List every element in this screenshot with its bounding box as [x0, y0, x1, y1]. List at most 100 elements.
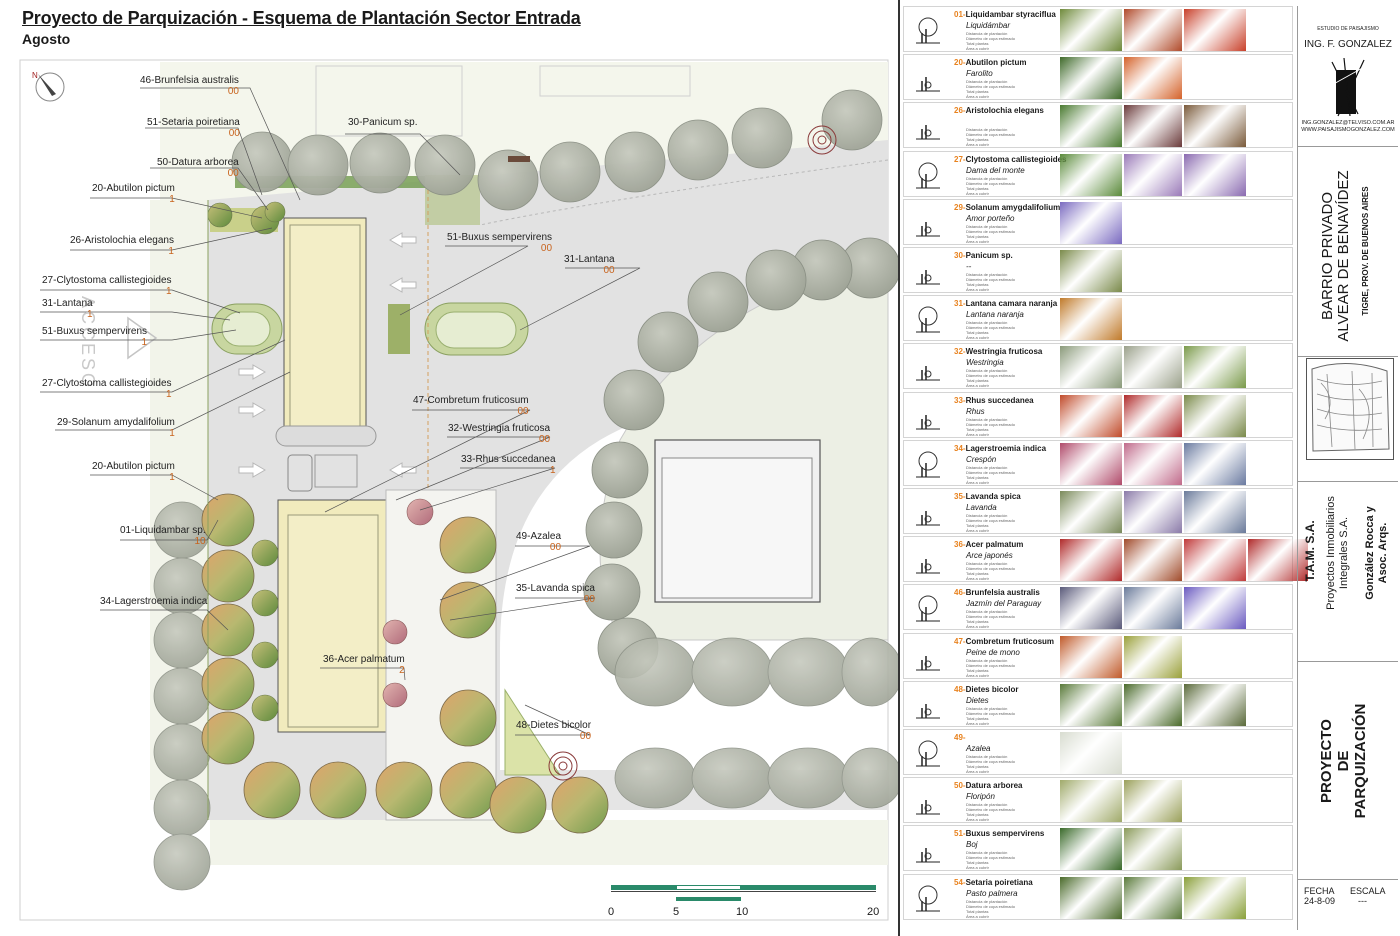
plant-symbol-icon	[910, 593, 946, 623]
plant-name: 49-	[954, 733, 966, 742]
plant-common-name: Farolito	[966, 69, 993, 79]
plant-photo	[1060, 298, 1122, 341]
plant-name: 01-Liquidambar styraciflua	[954, 10, 1056, 19]
plant-photo	[1124, 442, 1182, 485]
plant-label: 35-Lavanda spica 00	[516, 583, 595, 605]
plant-row: 50-Datura arborea Floripón Distancia de pl…	[903, 777, 1293, 824]
plant-details: Distancia de plantación Diámetro de copa …	[966, 320, 1015, 341]
plant-row: 33-Rhus succedanea Rhus Distancia de plant…	[903, 391, 1293, 438]
plant-details: Distancia de plantación Diámetro de copa …	[966, 127, 1015, 148]
plant-name: 51-Buxus sempervirens	[954, 829, 1045, 839]
site-plan: N ACCESO 46-Brunfelsia australis 00 51-S…	[0, 0, 900, 936]
plant-common-name: Boj	[966, 840, 978, 850]
plant-row: 51-Buxus sempervirens Boj Distancia de pla…	[903, 825, 1293, 872]
panel-divider	[898, 0, 900, 936]
plant-details: Distancia de plantación Diámetro de copa …	[966, 223, 1015, 244]
scale-tick: 0	[608, 906, 615, 918]
svg-text:N: N	[32, 71, 38, 80]
plant-common-name: Azalea	[966, 744, 991, 753]
plant-row: 49- Azalea Distancia de plantación Diámetro…	[903, 729, 1293, 775]
plant-label: 26-Aristolochia elegans 1	[70, 235, 174, 257]
plant-common-name: Amor porteño	[966, 213, 1015, 223]
plant-symbol-icon	[910, 786, 946, 816]
plant-name: 32-Westringia fruticosa	[954, 347, 1043, 357]
plant-photo	[1184, 394, 1246, 437]
plant-details: Distancia de plantación Diámetro de copa …	[966, 609, 1015, 630]
plant-row: 54-Setaria poiretiana Pasto palmera Distan…	[903, 873, 1293, 920]
plant-details: Distancia de plantación Diámetro de copa …	[966, 368, 1015, 389]
plant-label: 48-Dietes bicolor 00	[516, 720, 592, 742]
plant-photo	[1124, 828, 1182, 871]
page-subtitle: Agosto	[22, 31, 71, 47]
plant-list: 01-Liquidambar styraciflua Liquidámbar Dis…	[903, 6, 1308, 930]
plant-symbol-icon	[910, 738, 946, 768]
plant-name: 29-Solanum amygdalifolium	[954, 202, 1061, 212]
plant-label: 34-Lagerstroemia indica	[100, 596, 208, 607]
plant-row: 34-Lagerstroemia indica Crespón Distancia …	[903, 439, 1293, 486]
plant-details: Distancia de plantación Diámetro de copa …	[966, 561, 1015, 582]
scale-tick: 10	[736, 906, 749, 918]
plant-photo	[1060, 57, 1122, 100]
plant-photo	[1124, 153, 1182, 196]
plant-row: 35-Lavanda spica Lavanda Distancia de plan…	[903, 488, 1293, 534]
plant-label: 31-Lantana 00	[564, 254, 615, 276]
plant-common-name: Dietes	[966, 695, 989, 705]
plant-photo	[1124, 780, 1182, 823]
plant-label: 47-Combretum fruticosum 00	[413, 395, 529, 417]
plant-photo	[1060, 683, 1122, 726]
plant-common-name: Lantana naranja	[966, 310, 1024, 320]
plant-name: 54-Setaria poiretiana	[954, 877, 1033, 887]
plant-name: 35-Lavanda spica	[954, 492, 1021, 501]
plant-photo	[1184, 442, 1246, 485]
plant-common-name: --	[966, 262, 972, 271]
plant-photo	[1184, 346, 1246, 389]
plant-symbol-icon	[910, 15, 946, 45]
plant-name: 46-Brunfelsia australis	[954, 588, 1040, 598]
plant-photo	[1124, 9, 1182, 51]
plant-photo	[1184, 9, 1246, 51]
plant-name: 48-Dietes bicolor	[954, 684, 1019, 694]
plant-photo	[1124, 876, 1182, 919]
plant-details: Distancia de plantación Diámetro de copa …	[966, 705, 1015, 726]
plant-details: Distancia de plantación Diámetro de copa …	[966, 272, 1015, 292]
plant-row: 29-Solanum amygdalifolium Amor porteño Dis…	[903, 198, 1293, 245]
plant-details: Distancia de plantación Diámetro de copa …	[966, 79, 1015, 100]
plant-details: Distancia de plantación Diámetro de copa …	[966, 31, 1015, 51]
plant-details: Distancia de plantación Diámetro de copa …	[966, 175, 1015, 196]
plant-row: 26-Aristolochia elegans Distancia de plan…	[903, 102, 1293, 149]
plant-photo	[1060, 876, 1122, 919]
plant-photo	[1184, 683, 1246, 726]
plant-row: 36-Acer palmatum Arce japonés Distancia de…	[903, 536, 1308, 583]
plant-label: 29-Solanum amydalifolium 1	[57, 417, 175, 439]
plant-common-name: Floripón	[966, 792, 995, 802]
plant-row: 27-Clytostoma callistegioides Dama del mo…	[903, 150, 1293, 197]
plant-common-name: Westringia	[966, 358, 1004, 368]
plant-symbol-icon	[910, 111, 946, 141]
plant-name: 27-Clytostoma callistegioides	[954, 154, 1067, 164]
plant-details: Distancia de plantación Diámetro de copa …	[966, 464, 1015, 485]
plant-photo	[1124, 635, 1182, 678]
plant-name: 33-Rhus succedanea	[954, 395, 1034, 405]
plant-photo	[1124, 105, 1182, 148]
plant-common-name: Liquidámbar	[966, 21, 1011, 30]
plant-common-name: Rhus	[966, 406, 985, 416]
plant-symbol-icon	[910, 208, 946, 238]
plant-photo	[1060, 346, 1122, 389]
plant-photo	[1184, 105, 1246, 148]
plant-label: 46-Brunfelsia australis 00	[140, 75, 239, 97]
plant-photo	[1060, 153, 1122, 196]
plant-symbol-icon	[910, 834, 946, 864]
plant-photo	[1060, 539, 1122, 582]
plant-photo	[1184, 153, 1246, 196]
plant-row: 32-Westringia fruticosa Westringia Distanc…	[903, 343, 1293, 390]
plant-photo	[1060, 828, 1122, 871]
plant-details: Distancia de plantación Diámetro de copa …	[966, 802, 1015, 823]
escala-label: ESCALA	[1350, 886, 1386, 896]
plant-details: Distancia de plantación Diámetro de copa …	[966, 513, 1015, 533]
plant-photo	[1060, 780, 1122, 823]
plant-label: 51-Buxus sempervirens 1	[42, 326, 148, 348]
plant-label: 31-Lantana 1	[42, 298, 93, 320]
plant-photo	[1124, 394, 1182, 437]
plant-symbol-icon	[910, 304, 946, 334]
plant-label: 51-Buxus sempervirens 00	[447, 232, 553, 254]
